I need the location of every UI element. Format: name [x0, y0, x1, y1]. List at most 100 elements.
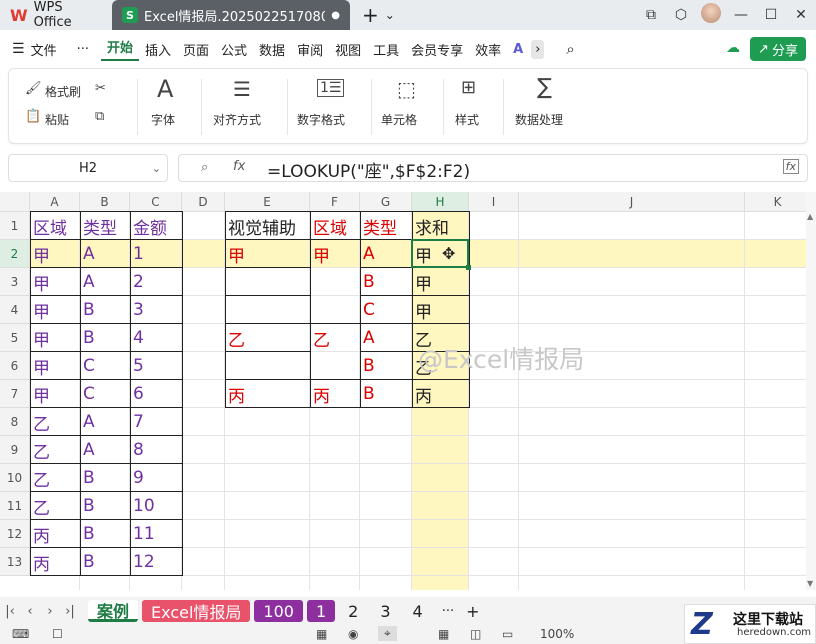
- font-button[interactable]: 字体: [151, 111, 175, 128]
- row-header-4[interactable]: 4: [0, 296, 30, 324]
- select-all-corner[interactable]: [0, 192, 30, 212]
- cell-A9[interactable]: 乙: [30, 436, 80, 464]
- cell-C11[interactable]: 10: [130, 492, 182, 520]
- cell-E7[interactable]: 丙: [225, 380, 310, 408]
- cell-C10[interactable]: 9: [130, 464, 182, 492]
- row-header-10[interactable]: 10: [0, 464, 30, 492]
- cell-F7[interactable]: 丙: [310, 380, 360, 408]
- cell-C4[interactable]: 3: [130, 296, 182, 324]
- menu-member[interactable]: 会员专享: [405, 40, 469, 59]
- new-tab-button[interactable]: +: [362, 3, 379, 27]
- spreadsheet-grid[interactable]: A B C D E F G H I J K 1 2 3 4 5 6 7 8 9 10 11 12 13 区域甲甲甲甲甲甲乙乙乙乙…: [0, 192, 806, 590]
- cell-A3[interactable]: 甲: [30, 268, 80, 296]
- sum-icon[interactable]: ∑: [537, 75, 552, 100]
- add-sheet-button[interactable]: +: [466, 602, 479, 621]
- column-header-H[interactable]: H: [412, 192, 469, 212]
- cell-B7[interactable]: C: [80, 380, 130, 408]
- style-icon[interactable]: ⊞: [461, 77, 476, 98]
- maximize-button[interactable]: ☐: [756, 7, 786, 23]
- menu-home[interactable]: 开始: [100, 37, 139, 61]
- unsaved-dot-icon[interactable]: ●: [331, 10, 340, 21]
- sheet-tab-cases[interactable]: 案例: [88, 600, 139, 622]
- sheet-tab-100[interactable]: 100: [254, 600, 303, 622]
- font-icon[interactable]: A: [157, 75, 173, 103]
- menu-insert[interactable]: 插入: [139, 40, 177, 59]
- column-header-E[interactable]: E: [225, 192, 310, 212]
- paste-button[interactable]: 粘贴: [45, 111, 69, 128]
- cell-G5[interactable]: A: [360, 324, 412, 352]
- cell-G4[interactable]: C: [360, 296, 412, 324]
- format-painter-button[interactable]: 格式刷: [45, 83, 81, 100]
- menu-formula[interactable]: 公式: [215, 40, 253, 59]
- cell-E5[interactable]: 乙: [225, 324, 310, 352]
- cell-B13[interactable]: B: [80, 548, 130, 576]
- menu-tools[interactable]: 工具: [367, 40, 405, 59]
- row-header-13[interactable]: 13: [0, 548, 30, 576]
- cell-F1[interactable]: 区域: [310, 212, 360, 240]
- vertical-scrollbar[interactable]: ▲ ▼: [806, 192, 816, 590]
- eye-protection-icon[interactable]: ◉: [348, 627, 358, 641]
- cell-A11[interactable]: 乙: [30, 492, 80, 520]
- formula-input[interactable]: ⌕ fx =LOOKUP("座",$F$2:F2) fx: [178, 154, 808, 182]
- cell-A13[interactable]: 丙: [30, 548, 80, 576]
- cell-E1[interactable]: 视觉辅助: [225, 212, 310, 240]
- last-sheet-icon[interactable]: ›|: [60, 604, 80, 619]
- user-avatar[interactable]: [696, 3, 726, 27]
- document-tab[interactable]: S Excel情报局.20250225170801 ●: [112, 0, 350, 30]
- menu-more[interactable]: ···: [71, 42, 95, 57]
- cell-B3[interactable]: A: [80, 268, 130, 296]
- cell-E2[interactable]: 甲: [225, 240, 310, 268]
- cell-B12[interactable]: B: [80, 520, 130, 548]
- cell-B5[interactable]: B: [80, 324, 130, 352]
- sheet-tab-1[interactable]: 1: [306, 600, 336, 622]
- active-cell-border[interactable]: [411, 239, 469, 268]
- share-button[interactable]: ↗ 分享: [750, 37, 806, 61]
- cell-C1[interactable]: 金额: [130, 212, 182, 240]
- column-header-J[interactable]: J: [519, 192, 745, 212]
- table-view-icon[interactable]: ▦: [316, 627, 327, 641]
- formula-dialog-icon[interactable]: fx: [782, 159, 799, 174]
- data-processing-button[interactable]: 数据处理: [515, 111, 563, 128]
- row-header-7[interactable]: 7: [0, 380, 30, 408]
- search-icon[interactable]: ⌕: [566, 40, 574, 58]
- menu-efficiency[interactable]: 效率: [469, 40, 507, 59]
- cell-A2[interactable]: 甲: [30, 240, 80, 268]
- cell-C8[interactable]: 7: [130, 408, 182, 436]
- close-window-button[interactable]: ✕: [786, 7, 816, 23]
- menu-view[interactable]: 视图: [329, 40, 367, 59]
- copy-icon[interactable]: ⧉: [95, 109, 104, 124]
- column-header-C[interactable]: C: [130, 192, 182, 212]
- first-sheet-icon[interactable]: |‹: [0, 604, 20, 619]
- cell-C6[interactable]: 5: [130, 352, 182, 380]
- row-header-11[interactable]: 11: [0, 492, 30, 520]
- prev-sheet-icon[interactable]: ‹: [20, 604, 40, 619]
- paste-icon[interactable]: 📋: [25, 109, 41, 124]
- cell-button[interactable]: 单元格: [381, 111, 417, 128]
- cell-B4[interactable]: B: [80, 296, 130, 324]
- align-icon[interactable]: ☰: [233, 77, 251, 101]
- row-header-6[interactable]: 6: [0, 352, 30, 380]
- column-header-F[interactable]: F: [310, 192, 360, 212]
- minimize-button[interactable]: —: [726, 7, 756, 23]
- cell-H4[interactable]: 甲: [412, 296, 469, 324]
- cell-C3[interactable]: 2: [130, 268, 182, 296]
- cell-A1[interactable]: 区域: [30, 212, 80, 240]
- wps-home-tab[interactable]: W WPS Office: [0, 0, 112, 30]
- sheet-tab-3[interactable]: 3: [371, 600, 399, 622]
- ai-icon[interactable]: A: [513, 42, 523, 57]
- fx-icon[interactable]: fx: [233, 159, 245, 174]
- align-button[interactable]: 对齐方式: [213, 111, 261, 128]
- cell-G3[interactable]: B: [360, 268, 412, 296]
- macro-icon[interactable]: ⌨: [12, 627, 29, 641]
- cell-H3[interactable]: 甲: [412, 268, 469, 296]
- cut-icon[interactable]: ✂: [95, 81, 106, 96]
- tab-list-chevron-icon[interactable]: ⌄: [385, 8, 395, 22]
- focus-mode-icon[interactable]: ⌖: [378, 626, 397, 641]
- menu-file[interactable]: 文件: [25, 40, 63, 59]
- column-header-D[interactable]: D: [182, 192, 225, 212]
- cell-A5[interactable]: 甲: [30, 324, 80, 352]
- cell-C12[interactable]: 11: [130, 520, 182, 548]
- scroll-up-icon[interactable]: ▲: [807, 212, 813, 221]
- package-icon[interactable]: ⬡: [666, 7, 696, 23]
- cell-B10[interactable]: B: [80, 464, 130, 492]
